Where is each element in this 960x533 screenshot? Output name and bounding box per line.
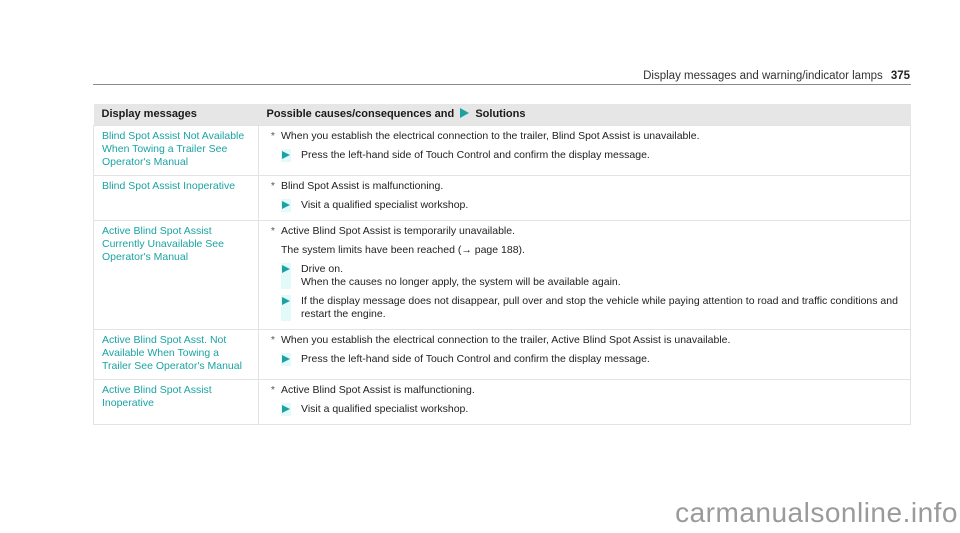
display-message: Active Blind Spot Asst. Not Available Wh… [93,329,259,380]
table-row: Blind Spot Assist Not Available When Tow… [93,125,911,176]
table-row: Active Blind Spot Assist Inoperative * Act… [93,379,911,425]
bullet-star-icon: * [270,180,275,192]
watermark: carmanualsonline.info [675,497,958,528]
solution-arrow-icon [282,297,290,305]
display-message: Active Blind Spot Assist Inoperative [93,379,259,425]
header-display-messages: Display messages [93,104,259,126]
solution-step: Drive on. When the causes no longer appl… [281,263,902,289]
page-number: 375 [890,70,910,82]
cause-note: The system limits have been reached (→ p… [281,244,525,256]
bullet-star-icon: * [270,130,275,142]
solution-step: Press the left-hand side of Touch Contro… [281,149,902,162]
solution-step: Press the left-hand side of Touch Contro… [281,353,902,366]
solution-arrow-icon [282,355,290,363]
cause: * Active Blind Spot Assist is malfunction… [267,384,902,397]
cause: * Blind Spot Assist is malfunctioning. [267,180,902,193]
section-title: Display messages and warning/indicator l… [643,70,883,82]
causes-solutions-cell: * Active Blind Spot Assist is malfunction… [258,379,911,425]
table-header-row: Display messages Possible causes/consequ… [93,104,911,126]
solution-arrow-icon [282,201,290,209]
display-messages-table: Display messages Possible causes/consequ… [93,104,911,425]
solution-step: Visit a qualified specialist workshop. [281,199,902,212]
table-row: Blind Spot Assist Inoperative * Blind Spot… [93,175,911,221]
cause: * When you establish the electrical conne… [267,130,902,143]
bullet-star-icon: * [270,384,275,396]
display-message: Active Blind Spot Assist Currently Unava… [93,220,259,330]
solution-step: If the display message does not disappea… [281,295,902,321]
display-message: Blind Spot Assist Inoperative [93,175,259,221]
header-divider [93,84,911,85]
solution-arrow-icon [282,265,290,273]
solution-arrow-icon [282,405,290,413]
bullet-star-icon: * [270,334,275,346]
cause: * When you establish the electrical conne… [267,334,902,347]
display-message: Blind Spot Assist Not Available When Tow… [93,125,259,176]
running-head: Display messages and warning/indicator l… [643,70,910,82]
causes-solutions-cell: * When you establish the electrical conne… [258,329,911,380]
solution-arrow-icon [282,151,290,159]
causes-solutions-cell: * Active Blind Spot Assist is temporarily… [258,220,911,330]
causes-solutions-cell: * Blind Spot Assist is malfunctioning. Vis… [258,175,911,221]
table-row: Active Blind Spot Assist Currently Unava… [93,220,911,330]
solution-step: Visit a qualified specialist workshop. [281,403,902,416]
cause: * Active Blind Spot Assist is temporarily… [267,225,902,238]
bullet-star-icon: * [270,225,275,237]
table-row: Active Blind Spot Asst. Not Available Wh… [93,329,911,380]
header-causes-solutions: Possible causes/consequences and Solutio… [258,104,911,126]
causes-solutions-cell: * When you establish the electrical conne… [258,125,911,176]
solution-arrow-icon [460,108,470,118]
